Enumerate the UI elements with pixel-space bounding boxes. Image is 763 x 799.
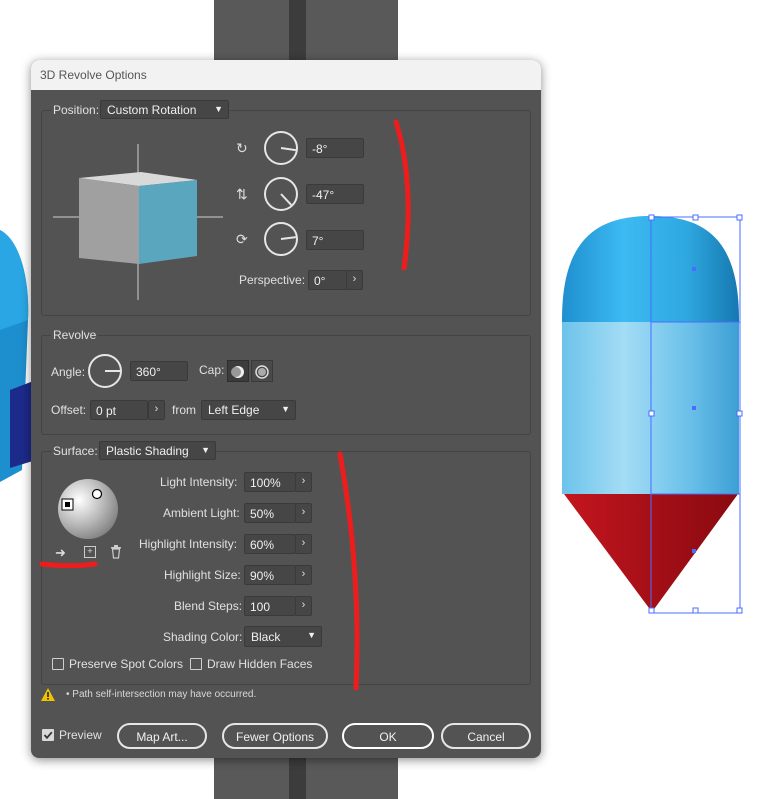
annotation-bracket-rotation bbox=[393, 119, 411, 271]
annotation-overlay bbox=[39, 119, 411, 691]
annotation-bracket-surface bbox=[337, 451, 360, 691]
annotation-underline-light-icons bbox=[39, 561, 98, 568]
